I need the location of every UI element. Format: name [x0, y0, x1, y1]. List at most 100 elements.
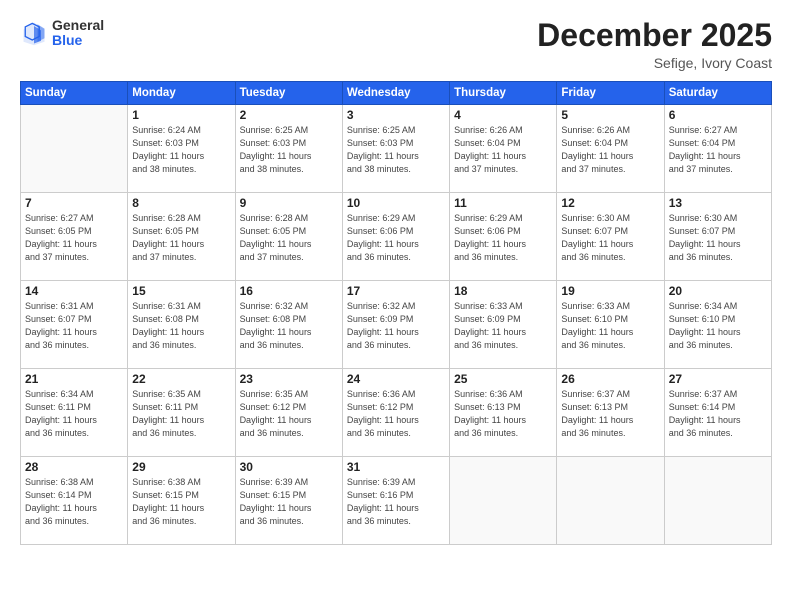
location: Sefige, Ivory Coast: [537, 55, 772, 71]
day-number: 21: [25, 372, 123, 386]
weekday-header-row: SundayMondayTuesdayWednesdayThursdayFrid…: [21, 82, 772, 105]
day-info: Sunrise: 6:24 AM Sunset: 6:03 PM Dayligh…: [132, 124, 230, 176]
calendar-cell: 31 Sunrise: 6:39 AM Sunset: 6:16 PM Dayli…: [342, 457, 449, 545]
day-info: Sunrise: 6:25 AM Sunset: 6:03 PM Dayligh…: [240, 124, 338, 176]
week-row-2: 7 Sunrise: 6:27 AM Sunset: 6:05 PM Daylig…: [21, 193, 772, 281]
day-info: Sunrise: 6:36 AM Sunset: 6:13 PM Dayligh…: [454, 388, 552, 440]
day-number: 25: [454, 372, 552, 386]
calendar-cell: 25 Sunrise: 6:36 AM Sunset: 6:13 PM Dayli…: [450, 369, 557, 457]
day-info: Sunrise: 6:27 AM Sunset: 6:04 PM Dayligh…: [669, 124, 767, 176]
calendar-cell: 5Sunrise: 6:26 AM Sunset: 6:04 PM Daylig…: [557, 105, 664, 193]
calendar-cell: 17Sunrise: 6:32 AM Sunset: 6:09 PM Dayli…: [342, 281, 449, 369]
day-number: 14: [25, 284, 123, 298]
calendar-cell: 4 Sunrise: 6:26 AM Sunset: 6:04 PM Daylig…: [450, 105, 557, 193]
day-info: Sunrise: 6:30 AM Sunset: 6:07 PM Dayligh…: [561, 212, 659, 264]
day-info: Sunrise: 6:38 AM Sunset: 6:14 PM Dayligh…: [25, 476, 123, 528]
calendar-cell: 7 Sunrise: 6:27 AM Sunset: 6:05 PM Daylig…: [21, 193, 128, 281]
weekday-header-thursday: Thursday: [450, 82, 557, 105]
day-info: Sunrise: 6:26 AM Sunset: 6:04 PM Dayligh…: [454, 124, 552, 176]
weekday-header-saturday: Saturday: [664, 82, 771, 105]
weekday-header-wednesday: Wednesday: [342, 82, 449, 105]
week-row-4: 21 Sunrise: 6:34 AM Sunset: 6:11 PM Dayli…: [21, 369, 772, 457]
calendar-cell: 26 Sunrise: 6:37 AM Sunset: 6:13 PM Dayli…: [557, 369, 664, 457]
day-number: 26: [561, 372, 659, 386]
month-title: December 2025: [537, 18, 772, 53]
day-number: 29: [132, 460, 230, 474]
day-info: Sunrise: 6:39 AM Sunset: 6:15 PM Dayligh…: [240, 476, 338, 528]
calendar-cell: 27 Sunrise: 6:37 AM Sunset: 6:14 PM Dayli…: [664, 369, 771, 457]
day-number: 19: [561, 284, 659, 298]
calendar-cell: [664, 457, 771, 545]
day-info: Sunrise: 6:37 AM Sunset: 6:14 PM Dayligh…: [669, 388, 767, 440]
calendar-cell: 20Sunrise: 6:34 AM Sunset: 6:10 PM Dayli…: [664, 281, 771, 369]
day-info: Sunrise: 6:28 AM Sunset: 6:05 PM Dayligh…: [240, 212, 338, 264]
day-number: 4: [454, 108, 552, 122]
day-info: Sunrise: 6:35 AM Sunset: 6:12 PM Dayligh…: [240, 388, 338, 440]
title-block: December 2025 Sefige, Ivory Coast: [537, 18, 772, 71]
calendar-cell: 1Sunrise: 6:24 AM Sunset: 6:03 PM Daylig…: [128, 105, 235, 193]
calendar-cell: 30 Sunrise: 6:39 AM Sunset: 6:15 PM Dayli…: [235, 457, 342, 545]
calendar-cell: 13Sunrise: 6:30 AM Sunset: 6:07 PM Dayli…: [664, 193, 771, 281]
week-row-1: 1Sunrise: 6:24 AM Sunset: 6:03 PM Daylig…: [21, 105, 772, 193]
day-info: Sunrise: 6:32 AM Sunset: 6:08 PM Dayligh…: [240, 300, 338, 352]
day-info: Sunrise: 6:34 AM Sunset: 6:10 PM Dayligh…: [669, 300, 767, 352]
calendar-cell: 21 Sunrise: 6:34 AM Sunset: 6:11 PM Dayli…: [21, 369, 128, 457]
day-info: Sunrise: 6:37 AM Sunset: 6:13 PM Dayligh…: [561, 388, 659, 440]
calendar-cell: [21, 105, 128, 193]
calendar-cell: 6 Sunrise: 6:27 AM Sunset: 6:04 PM Daylig…: [664, 105, 771, 193]
day-number: 30: [240, 460, 338, 474]
day-info: Sunrise: 6:25 AM Sunset: 6:03 PM Dayligh…: [347, 124, 445, 176]
day-info: Sunrise: 6:36 AM Sunset: 6:12 PM Dayligh…: [347, 388, 445, 440]
day-number: 22: [132, 372, 230, 386]
day-number: 7: [25, 196, 123, 210]
calendar-cell: 18Sunrise: 6:33 AM Sunset: 6:09 PM Dayli…: [450, 281, 557, 369]
day-number: 27: [669, 372, 767, 386]
calendar-cell: 22Sunrise: 6:35 AM Sunset: 6:11 PM Dayli…: [128, 369, 235, 457]
day-info: Sunrise: 6:34 AM Sunset: 6:11 PM Dayligh…: [25, 388, 123, 440]
week-row-3: 14Sunrise: 6:31 AM Sunset: 6:07 PM Dayli…: [21, 281, 772, 369]
calendar-cell: 10 Sunrise: 6:29 AM Sunset: 6:06 PM Dayli…: [342, 193, 449, 281]
calendar-cell: 23Sunrise: 6:35 AM Sunset: 6:12 PM Dayli…: [235, 369, 342, 457]
calendar-cell: 24 Sunrise: 6:36 AM Sunset: 6:12 PM Dayli…: [342, 369, 449, 457]
day-number: 12: [561, 196, 659, 210]
header: General Blue December 2025 Sefige, Ivory…: [20, 18, 772, 71]
calendar-cell: [450, 457, 557, 545]
day-info: Sunrise: 6:29 AM Sunset: 6:06 PM Dayligh…: [347, 212, 445, 264]
weekday-header-monday: Monday: [128, 82, 235, 105]
day-info: Sunrise: 6:30 AM Sunset: 6:07 PM Dayligh…: [669, 212, 767, 264]
calendar-cell: 29 Sunrise: 6:38 AM Sunset: 6:15 PM Dayli…: [128, 457, 235, 545]
day-number: 10: [347, 196, 445, 210]
calendar-cell: 3 Sunrise: 6:25 AM Sunset: 6:03 PM Daylig…: [342, 105, 449, 193]
calendar-cell: 9 Sunrise: 6:28 AM Sunset: 6:05 PM Daylig…: [235, 193, 342, 281]
weekday-header-sunday: Sunday: [21, 82, 128, 105]
weekday-header-tuesday: Tuesday: [235, 82, 342, 105]
calendar-cell: 11Sunrise: 6:29 AM Sunset: 6:06 PM Dayli…: [450, 193, 557, 281]
page: General Blue December 2025 Sefige, Ivory…: [0, 0, 792, 612]
day-number: 15: [132, 284, 230, 298]
calendar-cell: 16 Sunrise: 6:32 AM Sunset: 6:08 PM Dayli…: [235, 281, 342, 369]
logo-text: General Blue: [52, 18, 104, 49]
logo-general: General: [52, 17, 104, 33]
day-number: 3: [347, 108, 445, 122]
day-info: Sunrise: 6:39 AM Sunset: 6:16 PM Dayligh…: [347, 476, 445, 528]
day-info: Sunrise: 6:38 AM Sunset: 6:15 PM Dayligh…: [132, 476, 230, 528]
calendar-cell: 19Sunrise: 6:33 AM Sunset: 6:10 PM Dayli…: [557, 281, 664, 369]
logo-blue: Blue: [52, 32, 82, 48]
logo-icon: [20, 19, 48, 47]
day-number: 8: [132, 196, 230, 210]
weekday-header-friday: Friday: [557, 82, 664, 105]
day-number: 9: [240, 196, 338, 210]
calendar-cell: [557, 457, 664, 545]
day-info: Sunrise: 6:32 AM Sunset: 6:09 PM Dayligh…: [347, 300, 445, 352]
calendar-cell: 2Sunrise: 6:25 AM Sunset: 6:03 PM Daylig…: [235, 105, 342, 193]
day-info: Sunrise: 6:27 AM Sunset: 6:05 PM Dayligh…: [25, 212, 123, 264]
day-number: 31: [347, 460, 445, 474]
day-number: 6: [669, 108, 767, 122]
day-number: 24: [347, 372, 445, 386]
day-info: Sunrise: 6:26 AM Sunset: 6:04 PM Dayligh…: [561, 124, 659, 176]
day-number: 18: [454, 284, 552, 298]
calendar-cell: 14Sunrise: 6:31 AM Sunset: 6:07 PM Dayli…: [21, 281, 128, 369]
day-info: Sunrise: 6:28 AM Sunset: 6:05 PM Dayligh…: [132, 212, 230, 264]
calendar: SundayMondayTuesdayWednesdayThursdayFrid…: [20, 81, 772, 545]
day-number: 16: [240, 284, 338, 298]
